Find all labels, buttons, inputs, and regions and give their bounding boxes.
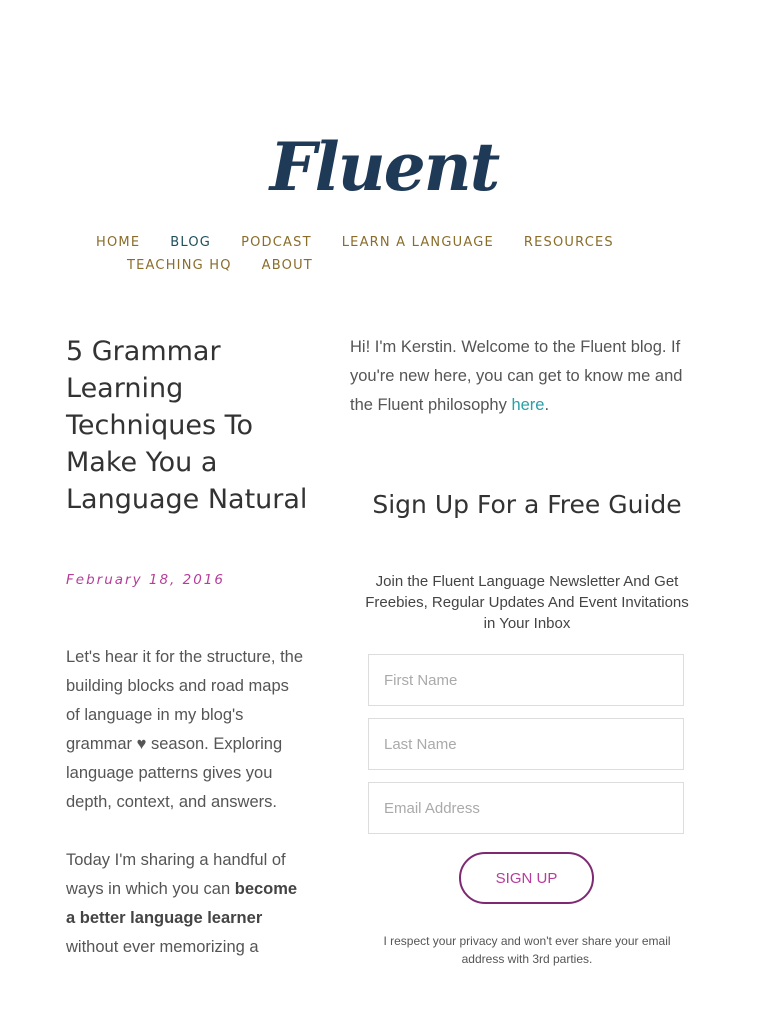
nav-home[interactable]: HOME — [96, 234, 140, 251]
post-title: 5 Grammar Learning Techniques To Make Yo… — [66, 336, 308, 515]
about-link[interactable]: here — [511, 396, 544, 414]
nav-teaching-hq[interactable]: TEACHING HQ — [127, 257, 232, 274]
first-name-input[interactable] — [368, 654, 684, 706]
sidebar-intro: Hi! I'm Kerstin. Welcome to the Fluent b… — [350, 333, 700, 420]
site-logo[interactable]: Fluent — [0, 128, 768, 206]
signup-title: Sign Up For a Free Guide — [372, 490, 682, 519]
nav-about[interactable]: ABOUT — [262, 257, 313, 274]
nav-blog[interactable]: BLOG — [170, 234, 211, 251]
post-text: without ever memorizing a — [66, 938, 259, 956]
email-input[interactable] — [368, 782, 684, 834]
last-name-input[interactable] — [368, 718, 684, 770]
post-date: February 18, 2016 — [66, 572, 225, 588]
post-paragraph: Let's hear it for the structure, the bui… — [66, 648, 304, 811]
post-body: Let's hear it for the structure, the bui… — [66, 643, 306, 991]
privacy-note: I respect your privacy and won't ever sh… — [383, 934, 671, 966]
post-paragraph: Today I'm sharing a handful of ways in w… — [66, 846, 306, 962]
main-nav: HOME BLOG PODCAST LEARN A LANGUAGE RESOU… — [96, 234, 696, 274]
nav-podcast[interactable]: PODCAST — [241, 234, 312, 251]
nav-learn-a-language[interactable]: LEARN A LANGUAGE — [342, 234, 494, 251]
signup-subtitle: Join the Fluent Language Newsletter And … — [365, 573, 689, 632]
intro-end: . — [544, 396, 550, 414]
nav-resources[interactable]: RESOURCES — [524, 234, 614, 251]
sign-up-button[interactable]: SIGN UP — [459, 852, 594, 904]
